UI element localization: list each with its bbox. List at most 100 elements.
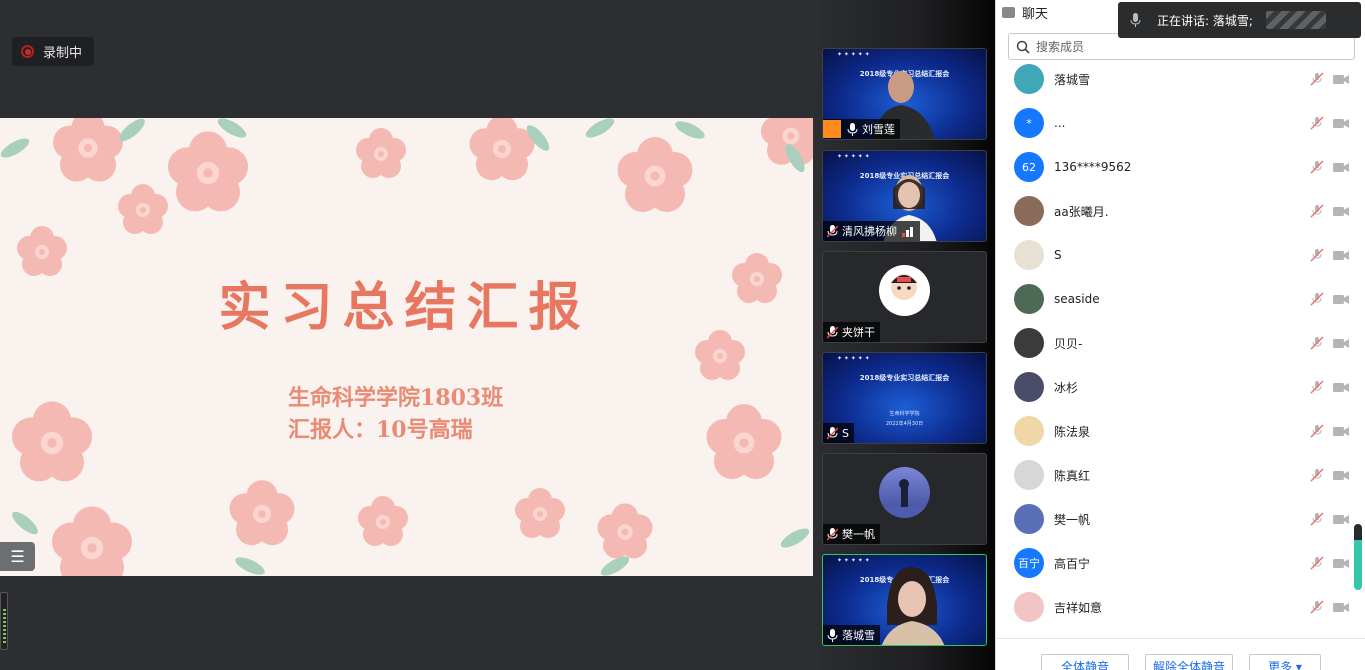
member-list-scrollbar[interactable] bbox=[1354, 524, 1362, 590]
mic-muted-icon[interactable] bbox=[1310, 512, 1324, 526]
mic-muted-icon[interactable] bbox=[1310, 424, 1324, 438]
video-tile[interactable]: 夹饼干 bbox=[822, 251, 987, 343]
mic-muted-icon[interactable] bbox=[1310, 336, 1324, 350]
search-icon bbox=[1016, 40, 1030, 54]
mic-muted-icon[interactable] bbox=[1310, 72, 1324, 86]
mic-muted-icon bbox=[827, 325, 838, 339]
member-name: 樊一帆 bbox=[1054, 512, 1091, 527]
member-avatar bbox=[1014, 64, 1044, 94]
mic-muted-icon[interactable] bbox=[1310, 600, 1324, 614]
member-avatar bbox=[1014, 416, 1044, 446]
member-row[interactable]: 贝贝- bbox=[996, 321, 1352, 365]
member-name: seaside bbox=[1054, 292, 1100, 306]
mic-icon bbox=[847, 122, 858, 136]
member-row[interactable]: seaside bbox=[996, 277, 1352, 321]
tab-label: 聊天 bbox=[1022, 7, 1049, 22]
mic-muted-icon[interactable] bbox=[1310, 380, 1324, 394]
tile-label: 清风拂杨柳 bbox=[823, 221, 920, 241]
member-avatar: * bbox=[1014, 108, 1044, 138]
video-column: ✦ ✦ ✦ ✦ ✦ 2018级专业实习总结汇报会 刘雪莲 ✦ ✦ ✦ ✦ ✦ 2… bbox=[813, 0, 995, 670]
mic-muted-icon[interactable] bbox=[1310, 248, 1324, 262]
video-tile[interactable]: ✦ ✦ ✦ ✦ ✦ 2018级专业实习总结汇报会 清风拂杨柳 bbox=[822, 150, 987, 242]
recording-indicator[interactable]: 录制中 bbox=[12, 37, 94, 66]
camera-icon[interactable] bbox=[1333, 162, 1349, 173]
camera-icon[interactable] bbox=[1333, 558, 1349, 569]
school-logo: ✦ ✦ ✦ ✦ ✦ bbox=[837, 51, 870, 58]
member-row[interactable]: 陈真红 bbox=[996, 453, 1352, 497]
member-panel: 聊天 落城雪 *... 62 136****9562 aa张曦月. Sseaside 贝贝-… bbox=[995, 0, 1365, 670]
mic-muted-icon[interactable] bbox=[1310, 116, 1324, 130]
member-row[interactable]: aa张曦月. bbox=[996, 189, 1352, 233]
tile-label: 夹饼干 bbox=[823, 322, 880, 342]
camera-icon[interactable] bbox=[1333, 514, 1349, 525]
host-icon bbox=[823, 120, 841, 138]
camera-icon[interactable] bbox=[1333, 470, 1349, 481]
member-name: 冰杉 bbox=[1054, 380, 1079, 395]
member-row[interactable]: 落城雪 bbox=[996, 64, 1352, 101]
mic-icon bbox=[1130, 12, 1141, 27]
tile-banner: 2018级专业实习总结汇报会 bbox=[859, 374, 950, 382]
school-logo: ✦ ✦ ✦ ✦ ✦ bbox=[837, 557, 870, 564]
tile-dept: 生命科学学院 bbox=[889, 411, 920, 417]
tile-name: 落城雪 bbox=[842, 629, 875, 642]
participant-avatar bbox=[879, 265, 930, 316]
tile-name: 樊一帆 bbox=[842, 528, 875, 541]
member-row[interactable]: 吉祥如意 bbox=[996, 585, 1352, 629]
member-list: 落城雪 *... 62 136****9562 aa张曦月. Sseaside 贝贝- 冰杉陈… bbox=[996, 64, 1352, 630]
member-row[interactable]: *... bbox=[996, 101, 1352, 145]
mic-muted-icon bbox=[827, 224, 838, 238]
member-row[interactable]: S bbox=[996, 233, 1352, 277]
camera-icon[interactable] bbox=[1333, 602, 1349, 613]
slide-subtitle-line2: 汇报人：10号高瑞 bbox=[288, 417, 473, 443]
video-tile[interactable]: ✦ ✦ ✦ ✦ ✦ 2018级专业实习总结汇报会 刘雪莲 bbox=[822, 48, 987, 140]
camera-icon[interactable] bbox=[1333, 426, 1349, 437]
tile-name: 夹饼干 bbox=[842, 326, 875, 339]
mic-muted-icon bbox=[827, 527, 838, 541]
member-row[interactable]: 冰杉 bbox=[996, 365, 1352, 409]
mic-muted-icon bbox=[827, 426, 838, 440]
member-row[interactable]: 62 136****9562 bbox=[996, 145, 1352, 189]
member-name: 陈法泉 bbox=[1054, 424, 1091, 439]
list-menu-button[interactable]: ☰ bbox=[0, 542, 35, 571]
camera-icon[interactable] bbox=[1333, 74, 1349, 85]
member-name: 贝贝- bbox=[1054, 336, 1083, 351]
volume-meter bbox=[0, 592, 8, 650]
mic-muted-icon[interactable] bbox=[1310, 468, 1324, 482]
member-avatar bbox=[1014, 240, 1044, 270]
camera-icon[interactable] bbox=[1333, 338, 1349, 349]
member-row[interactable]: 樊一帆 bbox=[996, 497, 1352, 541]
school-logo: ✦ ✦ ✦ ✦ ✦ bbox=[837, 153, 870, 160]
video-tile[interactable]: 樊一帆 bbox=[822, 453, 987, 545]
camera-icon[interactable] bbox=[1333, 206, 1349, 217]
mic-muted-icon[interactable] bbox=[1310, 204, 1324, 218]
search-input[interactable] bbox=[1036, 39, 1336, 54]
blurred-avatar bbox=[1266, 11, 1326, 29]
main-stage: 录制中 实习总结汇报 生命科学学院1803班 汇报人：10号高瑞 ☰ bbox=[0, 0, 813, 670]
tile-label: 刘雪莲 bbox=[823, 119, 900, 139]
mute-all-button[interactable]: 全体静音 bbox=[1041, 654, 1129, 670]
video-tile-active-speaker[interactable]: ✦ ✦ ✦ ✦ ✦ 2018级专业实习总结汇报会 落城雪 bbox=[822, 554, 987, 646]
mic-muted-icon[interactable] bbox=[1310, 292, 1324, 306]
tile-name: 清风拂杨柳 bbox=[842, 225, 897, 238]
member-row[interactable]: 陈法泉 bbox=[996, 409, 1352, 453]
member-name: 落城雪 bbox=[1054, 72, 1091, 87]
tile-label: 落城雪 bbox=[823, 625, 880, 645]
member-name: 吉祥如意 bbox=[1054, 600, 1103, 615]
camera-icon[interactable] bbox=[1333, 250, 1349, 261]
camera-icon[interactable] bbox=[1333, 294, 1349, 305]
member-name: ... bbox=[1054, 116, 1066, 130]
video-tile[interactable]: ✦ ✦ ✦ ✦ ✦ 2018级专业实习总结汇报会 生命科学学院 2022年4月3… bbox=[822, 352, 987, 444]
mic-icon bbox=[827, 628, 838, 642]
mic-muted-icon[interactable] bbox=[1310, 160, 1324, 174]
member-row[interactable]: 百宁 高百宁 bbox=[996, 541, 1352, 585]
camera-icon[interactable] bbox=[1333, 118, 1349, 129]
tile-label: S bbox=[823, 423, 854, 443]
camera-icon[interactable] bbox=[1333, 382, 1349, 393]
list-icon: ☰ bbox=[10, 547, 25, 566]
speaking-indicator: 正在讲话: 落城雪; bbox=[1118, 2, 1361, 38]
flower-decoration bbox=[0, 118, 813, 576]
recording-label: 录制中 bbox=[43, 46, 83, 61]
unmute-all-button[interactable]: 解除全体静音 bbox=[1145, 654, 1233, 670]
more-button[interactable]: 更多 ▾ bbox=[1249, 654, 1321, 670]
mic-muted-icon[interactable] bbox=[1310, 556, 1324, 570]
